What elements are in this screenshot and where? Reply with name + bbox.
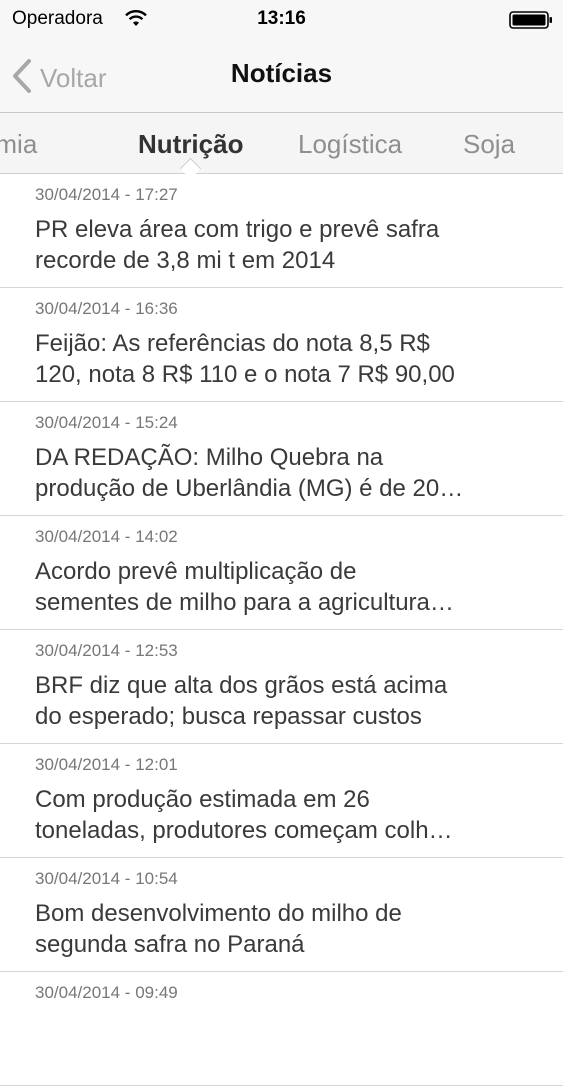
news-headline-line: PR eleva área com trigo e prevê safra	[35, 216, 440, 243]
news-headline-line: recorde de 3,8 mi t em 2014	[35, 247, 336, 274]
news-headline: Acordo prevê multiplicação de sementes d…	[35, 556, 535, 618]
news-list: 30/04/2014 - 17:27 PR eleva área com tri…	[0, 174, 563, 1086]
status-bar: Operadora 13:16	[0, 0, 563, 40]
news-date: 30/04/2014 - 14:02	[35, 527, 178, 546]
news-item[interactable]: 30/04/2014 - 12:53 BRF diz que alta dos …	[0, 630, 563, 744]
news-date: 30/04/2014 - 16:36	[35, 299, 178, 318]
news-headline: Com produção estimada em 26 toneladas, p…	[35, 784, 535, 846]
news-item[interactable]: 30/04/2014 - 12:01 Com produção estimada…	[0, 744, 563, 858]
news-headline-line: DA REDAÇÃO: Milho Quebra na	[35, 444, 384, 471]
news-headline-line: Feijão: As referências do nota 8,5 R$	[35, 330, 430, 357]
news-headline-line: do esperado; busca repassar custos	[35, 703, 422, 730]
news-item[interactable]: 30/04/2014 - 17:27 PR eleva área com tri…	[0, 174, 563, 288]
news-headline: DA REDAÇÃO: Milho Quebra na produção de …	[35, 442, 535, 504]
tab-economia[interactable]: onomia	[0, 129, 37, 160]
news-headline-line: produção de Uberlândia (MG) é de 20…	[35, 475, 464, 502]
news-item[interactable]: 30/04/2014 - 16:36 Feijão: As referência…	[0, 288, 563, 402]
page-title: Notícias	[230, 58, 333, 88]
news-headline-line: Bom desenvolvimento do milho de	[35, 900, 402, 927]
news-headline-line: Acordo prevê multiplicação de	[35, 558, 357, 585]
news-date: 30/04/2014 - 09:49	[35, 983, 178, 1002]
news-headline: Feijão: As referências do nota 8,5 R$ 12…	[35, 328, 535, 390]
category-tabs: onomia Nutrição Logística Soja	[0, 113, 563, 174]
battery-icon	[509, 11, 553, 34]
news-item[interactable]: 30/04/2014 - 14:02 Acordo prevê multipli…	[0, 516, 563, 630]
news-headline-line: toneladas, produtores começam colh…	[35, 817, 453, 844]
news-headline-line: sementes de milho para a agricultura…	[35, 589, 454, 616]
news-date: 30/04/2014 - 17:27	[35, 185, 178, 204]
news-item[interactable]: 30/04/2014 - 09:49	[0, 972, 563, 1086]
news-date: 30/04/2014 - 12:53	[35, 641, 178, 660]
news-date: 30/04/2014 - 15:24	[35, 413, 178, 432]
navigation-bar: Voltar Notícias	[0, 40, 563, 113]
status-time: 13:16	[257, 8, 306, 29]
news-headline: BRF diz que alta dos grãos está acima do…	[35, 670, 535, 732]
news-headline-line: segunda safra no Paraná	[35, 931, 305, 958]
news-date: 30/04/2014 - 12:01	[35, 755, 178, 774]
tab-soja[interactable]: Soja	[463, 129, 515, 160]
news-headline-line: 120, nota 8 R$ 110 e o nota 7 R$ 90,00	[35, 361, 455, 388]
news-headline: PR eleva área com trigo e prevê safra re…	[35, 214, 535, 276]
news-headline-line: BRF diz que alta dos grãos está acima	[35, 672, 448, 699]
news-item[interactable]: 30/04/2014 - 15:24 DA REDAÇÃO: Milho Que…	[0, 402, 563, 516]
news-headline-line: Com produção estimada em 26	[35, 786, 370, 813]
news-date: 30/04/2014 - 10:54	[35, 869, 178, 888]
tab-logistica[interactable]: Logística	[298, 129, 402, 160]
news-headline: Bom desenvolvimento do milho de segunda …	[35, 898, 535, 960]
news-item[interactable]: 30/04/2014 - 10:54 Bom desenvolvimento d…	[0, 858, 563, 972]
tab-nutricao[interactable]: Nutrição	[138, 129, 243, 160]
